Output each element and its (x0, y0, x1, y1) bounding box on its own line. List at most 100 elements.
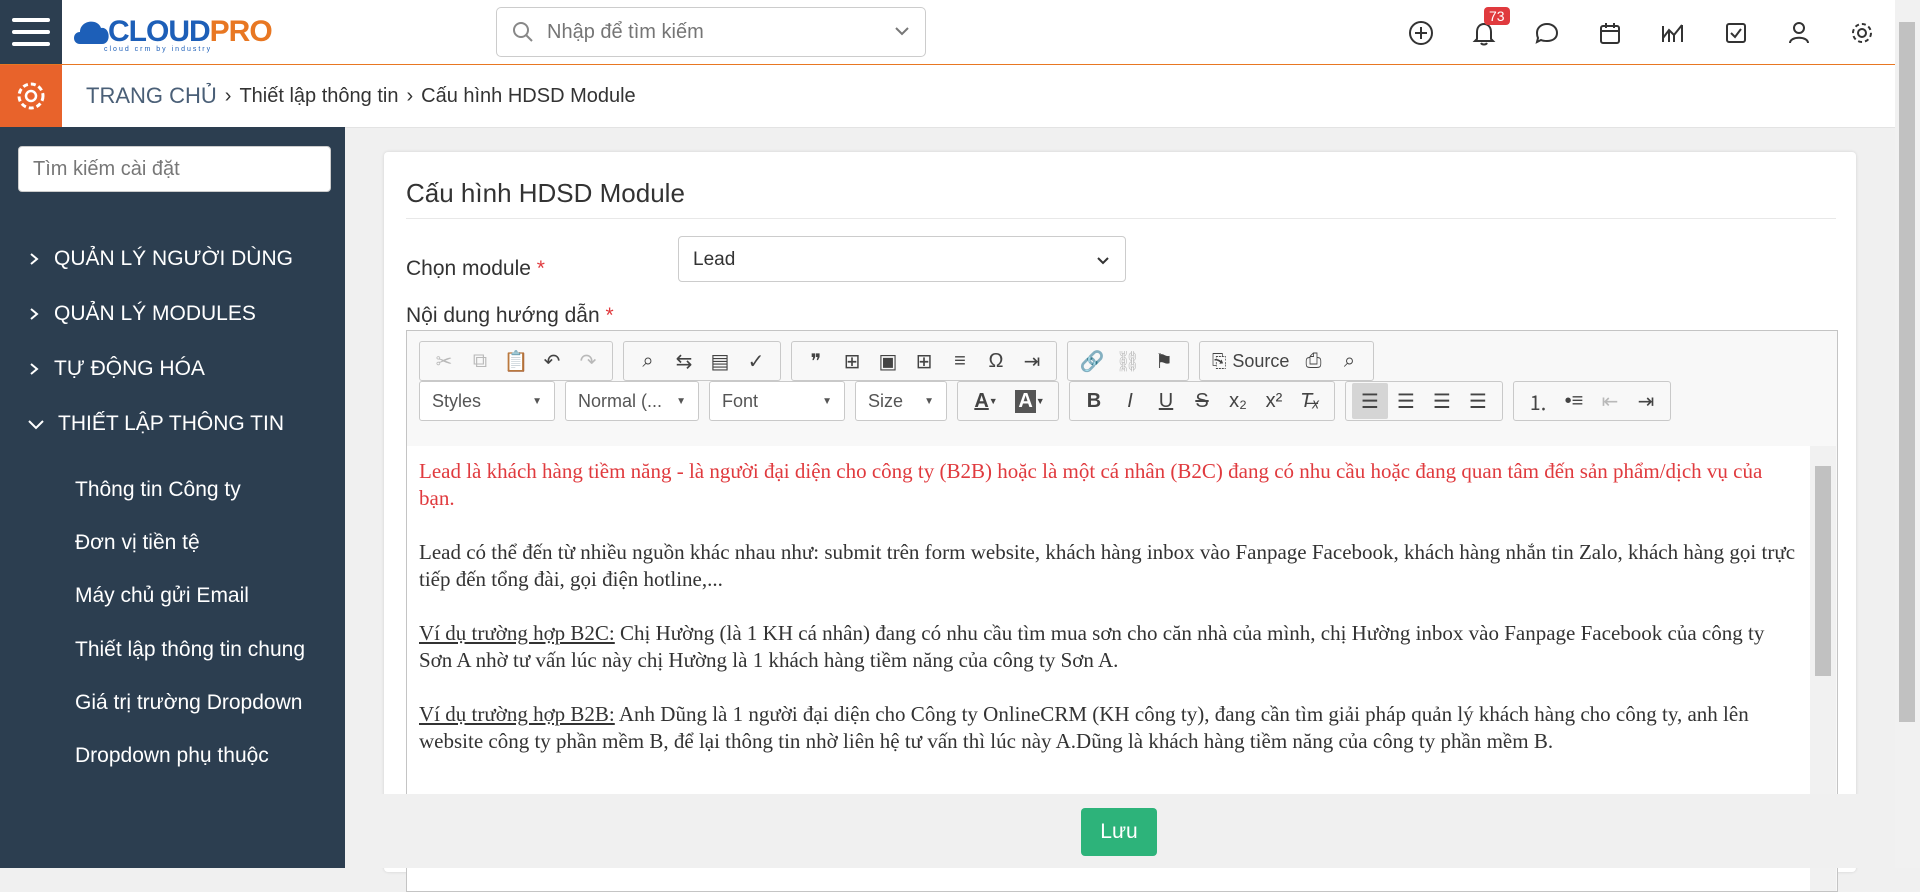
special-char-icon[interactable]: Ω (978, 343, 1014, 379)
chevron-right-icon (30, 253, 39, 265)
content-paragraph: Ví dụ trường hợp B2B: Anh Dũng là 1 ngườ… (419, 702, 1749, 753)
content-paragraph: Lead là khách hàng tiềm năng - là người … (419, 459, 1763, 510)
unlink-icon[interactable]: ⛓ (1110, 343, 1146, 379)
text-color-icon[interactable]: A ▼ (964, 383, 1008, 419)
sidebar-item-dependent-dropdown[interactable]: Dropdown phụ thuộc (75, 744, 269, 768)
settings-gear-icon[interactable] (0, 65, 62, 127)
search-icon (513, 22, 533, 42)
top-bar: CLOUDPRO cloud crm by industry 73 (0, 0, 1895, 65)
content-paragraph: Lead có thể đến từ nhiều nguồn khác nhau… (419, 540, 1796, 591)
format-combo[interactable]: Normal (... ▼ (565, 381, 699, 421)
breadcrumb-home[interactable]: TRANG CHỦ (86, 83, 217, 109)
spellcheck-icon[interactable]: ✓ (738, 343, 774, 379)
indent-icon[interactable]: ⇥ (1628, 383, 1664, 419)
chevron-right-icon: › (406, 84, 414, 107)
horizontal-rule-icon[interactable]: ≡ (942, 343, 978, 379)
templates-icon[interactable]: ⎙ (1295, 343, 1331, 379)
link-icon[interactable]: 🔗 (1074, 343, 1110, 379)
breadcrumb-bar: TRANG CHỦ › Thiết lập thông tin › Cấu hì… (0, 65, 1895, 128)
breadcrumb-level1[interactable]: Thiết lập thông tin (239, 85, 398, 108)
size-combo[interactable]: Size ▼ (855, 381, 947, 421)
calendar-icon[interactable] (1595, 18, 1625, 48)
task-check-icon[interactable] (1721, 18, 1751, 48)
chevron-right-icon (30, 308, 39, 320)
bg-color-icon[interactable]: A ▼ (1008, 383, 1052, 419)
global-search[interactable] (496, 7, 926, 57)
sidebar-item-email-server[interactable]: Máy chủ gửi Email (75, 584, 249, 608)
sidebar-section-user-management[interactable]: QUẢN LÝ NGƯỜI DÙNG (28, 247, 293, 271)
chevron-right-icon (30, 363, 39, 375)
module-select[interactable]: Lead (678, 236, 1126, 282)
notification-badge: 73 (1484, 7, 1510, 25)
sidebar-section-automation[interactable]: TỰ ĐỘNG HÓA (28, 357, 205, 381)
styles-combo[interactable]: Styles ▼ (419, 381, 555, 421)
sidebar-item-dropdown-values[interactable]: Giá trị trường Dropdown (75, 691, 302, 715)
logo[interactable]: CLOUDPRO cloud crm by industry (70, 6, 273, 58)
subscript-icon[interactable]: x₂ (1220, 383, 1256, 419)
sidebar-section-modules[interactable]: QUẢN LÝ MODULES (28, 302, 256, 326)
logo-tagline: cloud crm by industry (104, 46, 213, 53)
blockquote-icon[interactable]: ❞ (798, 343, 834, 379)
select-all-icon[interactable]: ▤ (702, 343, 738, 379)
settings-gear-icon[interactable] (1847, 18, 1877, 48)
bold-icon[interactable]: B (1076, 383, 1112, 419)
cut-icon[interactable]: ✂ (426, 343, 462, 379)
module-label: Chọn module * (406, 257, 545, 280)
superscript-icon[interactable]: x² (1256, 383, 1292, 419)
sidebar-item-company-info[interactable]: Thông tin Công ty (75, 478, 241, 502)
config-card: Cấu hình HDSD Module Chọn module * Lead … (384, 152, 1856, 892)
user-icon[interactable] (1784, 18, 1814, 48)
outdent-icon[interactable]: ⇤ (1592, 383, 1628, 419)
div-icon[interactable]: ⊞ (834, 343, 870, 379)
breadcrumb-current: Cấu hình HDSD Module (421, 84, 636, 107)
settings-sidebar: Tìm kiếm cài đặt QUẢN LÝ NGƯỜI DÙNG QUẢN… (0, 127, 345, 868)
remove-format-icon[interactable]: T̶ₓ (1292, 383, 1328, 419)
justify-icon[interactable]: ☰ (1460, 383, 1496, 419)
align-center-icon[interactable]: ☰ (1388, 383, 1424, 419)
save-button[interactable]: Lưu (1081, 808, 1157, 856)
numbered-list-icon[interactable]: ⒈ (1520, 383, 1556, 419)
editor-toolbar-row2: Styles ▼ Normal (... ▼ Font ▼ Size ▼ A ▼ A ▼ B… (419, 381, 1671, 421)
find-icon[interactable]: ⌕ (630, 343, 666, 379)
content-paragraph: Ví dụ trường hợp B2C: Chị Hường (là 1 KH… (419, 621, 1765, 672)
redo-icon[interactable]: ↷ (570, 343, 606, 379)
undo-icon[interactable]: ↶ (534, 343, 570, 379)
anchor-flag-icon[interactable]: ⚑ (1146, 343, 1182, 379)
table-icon[interactable]: ⊞ (906, 343, 942, 379)
italic-icon[interactable]: I (1112, 383, 1148, 419)
align-right-icon[interactable]: ☰ (1424, 383, 1460, 419)
sidebar-item-general-settings[interactable]: Thiết lập thông tin chung (75, 638, 305, 662)
image-icon[interactable]: ▣ (870, 343, 906, 379)
sidebar-section-info-setup[interactable]: THIẾT LẬP THÔNG TIN (28, 412, 284, 436)
chevron-right-icon: › (224, 84, 232, 107)
chevron-down-icon[interactable] (893, 22, 911, 40)
preview-icon[interactable]: ⌕ (1331, 343, 1367, 379)
replace-icon[interactable]: ⇆ (666, 343, 702, 379)
page-title: Cấu hình HDSD Module (406, 178, 685, 208)
logo-text: CLOUDPRO (108, 15, 273, 48)
report-chart-icon[interactable] (1658, 18, 1688, 48)
page-scrollbar[interactable] (1895, 0, 1920, 868)
underline-icon[interactable]: U (1148, 383, 1184, 419)
divider (406, 218, 1836, 219)
global-search-input[interactable] (545, 19, 869, 45)
chat-icon[interactable] (1532, 18, 1562, 48)
content-label: Nội dung hướng dẫn * (406, 304, 614, 327)
editor-toolbar-row1: ✂ ⧉ 📋 ↶ ↷ ⌕ ⇆ ▤ ✓ ❞ ⊞ ▣ ⊞ ≡ Ω ⇥ 🔗 ⛓ ⚑ ⎘ … (419, 341, 1375, 381)
sidebar-item-currency[interactable]: Đơn vị tiền tệ (75, 531, 200, 555)
font-combo[interactable]: Font ▼ (709, 381, 845, 421)
copy-icon[interactable]: ⧉ (462, 343, 498, 379)
paste-icon[interactable]: 📋 (498, 343, 534, 379)
page-break-icon[interactable]: ⇥ (1014, 343, 1050, 379)
chevron-down-icon (28, 420, 44, 430)
align-left-icon[interactable]: ☰ (1352, 383, 1388, 419)
source-button[interactable]: ⎘ Source (1206, 351, 1295, 372)
chevron-down-icon (1097, 257, 1109, 265)
bulleted-list-icon[interactable]: •≡ (1556, 383, 1592, 419)
strikethrough-icon[interactable]: S (1184, 383, 1220, 419)
source-code-icon: ⎘ (1212, 350, 1227, 371)
settings-search-input[interactable]: Tìm kiếm cài đặt (18, 146, 331, 192)
menu-icon[interactable] (0, 0, 62, 64)
breadcrumb: TRANG CHỦ › Thiết lập thông tin › Cấu hì… (86, 83, 636, 109)
add-icon[interactable] (1406, 18, 1436, 48)
